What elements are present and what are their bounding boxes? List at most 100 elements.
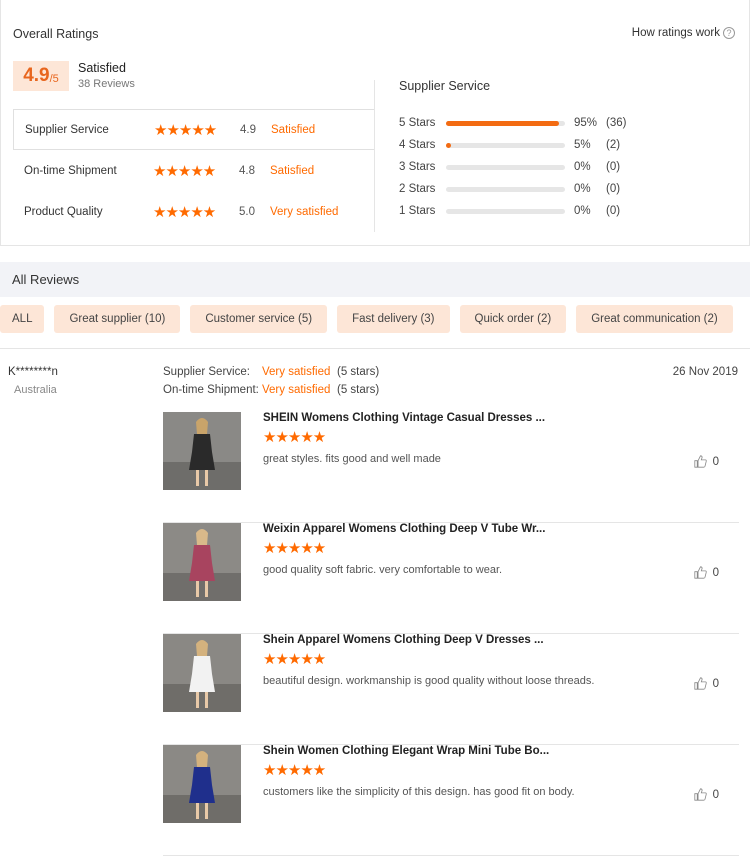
product-title[interactable]: SHEIN Womens Clothing Vintage Casual Dre… [263, 412, 545, 424]
review-date: 26 Nov 2019 [672, 366, 738, 378]
category-row-on-time-shipment[interactable]: On-time Shipment ★★★★★ 4.8 Satisfied [13, 150, 374, 191]
dress-photo-icon [163, 634, 241, 712]
like-count: 0 [712, 677, 719, 690]
distribution-bar-fill [446, 142, 451, 148]
filter-chip-quick-order[interactable]: Quick order (2) [459, 305, 567, 333]
distribution-bar [446, 142, 565, 148]
review-comment: beautiful design. workmanship is good qu… [263, 675, 595, 687]
filter-chip-great-communication[interactable]: Great communication (2) [576, 305, 733, 333]
review-filters: ALL Great supplier (10) Customer service… [0, 305, 733, 333]
like-button[interactable]: 0 [694, 455, 719, 468]
thumbs-up-icon [694, 788, 707, 801]
product-thumbnail[interactable] [163, 634, 241, 712]
review-count: 38 Reviews [78, 78, 135, 90]
category-name: Supplier Service [25, 123, 109, 136]
category-label: Satisfied [271, 123, 316, 136]
like-count: 0 [712, 455, 719, 468]
distribution-bar [446, 208, 565, 214]
distribution-percent: 0% [574, 161, 591, 173]
product-title[interactable]: Shein Apparel Womens Clothing Deep V Dre… [263, 634, 544, 646]
overall-ratings-title: Overall Ratings [13, 27, 99, 41]
question-icon: ? [723, 27, 735, 39]
star-rating-icon: ★★★★★ [263, 651, 326, 668]
star-rating-icon: ★★★★★ [154, 121, 217, 139]
distribution-title: Supplier Service [399, 79, 491, 93]
filter-chip-all[interactable]: ALL [0, 305, 45, 333]
review-comment: great styles. fits good and well made [263, 453, 441, 465]
category-label: Very satisfied [270, 205, 339, 218]
overall-score-denominator: /5 [49, 72, 59, 85]
category-name: Product Quality [24, 205, 103, 218]
all-reviews-header: All Reviews [0, 262, 750, 297]
review-product-item: SHEIN Womens Clothing Vintage Casual Dre… [163, 412, 739, 523]
review-product-item: Weixin Apparel Womens Clothing Deep V Tu… [163, 523, 739, 634]
distribution-percent: 5% [574, 139, 591, 151]
thumbs-up-icon [694, 455, 707, 468]
category-name: On-time Shipment [24, 164, 117, 177]
filter-chip-customer-service[interactable]: Customer service (5) [190, 305, 328, 333]
product-thumbnail[interactable] [163, 523, 241, 601]
distribution-stars: 2 Stars [399, 183, 436, 195]
distribution-count: (36) [606, 117, 627, 129]
reviewer-country: Australia [14, 384, 57, 396]
how-ratings-link[interactable]: How ratings work ? [632, 27, 735, 39]
filter-chip-fast-delivery[interactable]: Fast delivery (3) [337, 305, 450, 333]
distribution-percent: 95% [574, 117, 598, 129]
review-product-item: Shein Women Clothing Elegant Wrap Mini T… [163, 745, 739, 856]
distribution-stars: 3 Stars [399, 161, 436, 173]
distribution-bar [446, 164, 565, 170]
star-rating-icon: ★★★★★ [263, 762, 326, 779]
review-comment: good quality soft fabric. very comfortab… [263, 564, 503, 576]
distribution-stars: 5 Stars [399, 117, 436, 129]
dress-photo-icon [163, 412, 241, 490]
distribution-percent: 0% [574, 183, 591, 195]
distribution-count: (2) [606, 139, 621, 151]
distribution-count: (0) [606, 183, 621, 195]
thumbs-up-icon [694, 677, 707, 690]
how-ratings-label: How ratings work [631, 27, 720, 39]
star-rating-icon: ★★★★★ [263, 429, 326, 446]
ratings-card: Overall Ratings How ratings work ? 4.9 /… [0, 0, 750, 246]
product-thumbnail[interactable] [163, 412, 241, 490]
category-score: 4.8 [239, 164, 255, 177]
distribution-row: 3 Stars 0% (0) [399, 156, 729, 178]
vertical-divider [374, 80, 375, 232]
distribution-row: 4 Stars 5% (2) [399, 134, 729, 156]
product-thumbnail[interactable] [163, 745, 241, 823]
dress-photo-icon [163, 523, 241, 601]
service-value: Very satisfied [262, 366, 331, 378]
like-button[interactable]: 0 [694, 677, 719, 690]
like-button[interactable]: 0 [694, 788, 719, 801]
all-reviews-title: All Reviews [12, 272, 80, 287]
distribution-percent: 0% [574, 205, 591, 217]
category-row-supplier-service[interactable]: Supplier Service ★★★★★ 4.9 Satisfied [13, 109, 374, 150]
dress-photo-icon [163, 745, 241, 823]
star-rating-icon: ★★★★★ [153, 162, 216, 180]
like-count: 0 [712, 566, 719, 579]
distribution-row: 1 Stars 0% (0) [399, 200, 729, 222]
category-ratings: Supplier Service ★★★★★ 4.9 Satisfied On-… [13, 109, 374, 232]
like-button[interactable]: 0 [694, 566, 719, 579]
distribution-count: (0) [606, 161, 621, 173]
star-rating-icon: ★★★★★ [153, 203, 216, 221]
star-rating-icon: ★★★★★ [263, 540, 326, 557]
distribution-bar-fill [446, 120, 560, 126]
service-rating-line: Supplier Service: Very satisfied (5 star… [163, 366, 379, 378]
distribution-bar [446, 186, 565, 192]
service-value: Very satisfied [262, 384, 331, 396]
distribution-bar [446, 120, 565, 126]
thumbs-up-icon [694, 566, 707, 579]
overall-summary-label: Satisfied [78, 61, 126, 75]
category-row-product-quality[interactable]: Product Quality ★★★★★ 5.0 Very satisfied [13, 191, 374, 232]
filter-chip-great-supplier[interactable]: Great supplier (10) [54, 305, 181, 333]
distribution-row: 2 Stars 0% (0) [399, 178, 729, 200]
review-comment: customers like the simplicity of this de… [263, 786, 575, 798]
distribution-count: (0) [606, 205, 621, 217]
reviewer-name: K********n [8, 366, 58, 378]
service-label: Supplier Service: [163, 366, 250, 378]
overall-score-badge: 4.9 /5 [13, 61, 69, 91]
product-title[interactable]: Shein Women Clothing Elegant Wrap Mini T… [263, 745, 549, 757]
product-title[interactable]: Weixin Apparel Womens Clothing Deep V Tu… [263, 523, 545, 535]
category-score: 4.9 [240, 123, 256, 136]
service-label: On-time Shipment: [163, 384, 259, 396]
